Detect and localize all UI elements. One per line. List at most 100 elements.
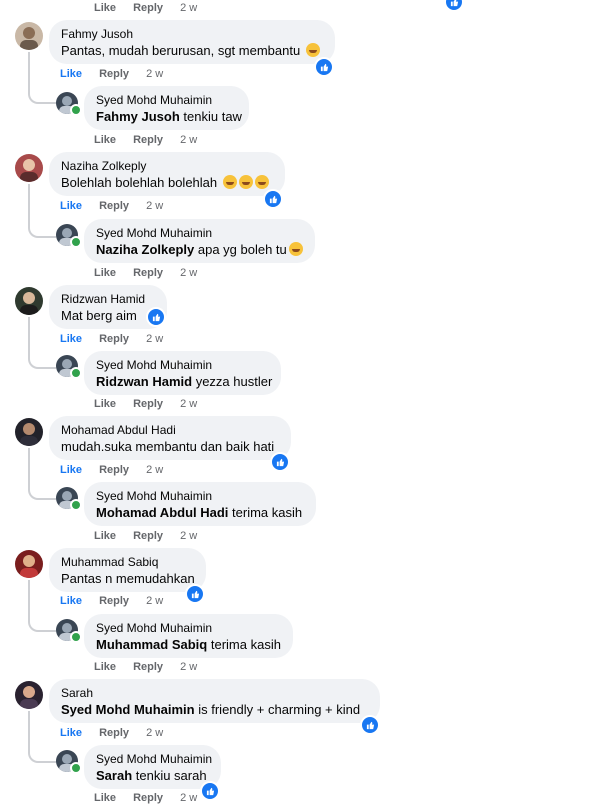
like-reaction-icon[interactable] (270, 452, 290, 472)
like-link[interactable]: Like (60, 68, 82, 80)
reply-link[interactable]: Reply (133, 2, 163, 14)
like-reaction-icon[interactable] (185, 584, 205, 604)
comment-text: Bolehlah bolehlah bolehlah (61, 175, 218, 190)
like-link[interactable]: Like (94, 398, 116, 410)
reply-bubble: Syed Mohd Muhaimin Mohamad Abdul Hadi te… (84, 482, 316, 526)
comment-bubble: Fahmy Jusoh Pantas, mudah berurusan, sgt… (49, 20, 335, 64)
mention-link[interactable]: Syed Mohd Muhaimin (61, 702, 195, 717)
comment-author[interactable]: Muhammad Sabiq (61, 555, 194, 570)
reply-author[interactable]: Syed Mohd Muhaimin (96, 93, 237, 108)
online-status-icon (70, 104, 82, 116)
like-reaction-icon[interactable] (360, 715, 380, 735)
reply-link[interactable]: Reply (99, 595, 129, 607)
thread-connector (28, 184, 56, 238)
timestamp[interactable]: 2 w (146, 595, 163, 607)
reply-link[interactable]: Reply (99, 333, 129, 345)
like-link[interactable]: Like (60, 464, 82, 476)
thread-connector (28, 52, 56, 104)
reply-text: tenkiu sarah (132, 768, 207, 783)
reply-bubble: Syed Mohd Muhaimin Sarah tenkiu sarah (84, 745, 221, 789)
like-link[interactable]: Like (60, 200, 82, 212)
reply-link[interactable]: Reply (99, 464, 129, 476)
avatar[interactable] (15, 287, 43, 315)
mention-link[interactable]: Ridzwan Hamid (96, 374, 192, 389)
reply-link[interactable]: Reply (133, 398, 163, 410)
comment-author[interactable]: Naziha Zolkeply (61, 159, 273, 174)
reply-link[interactable]: Reply (133, 134, 163, 146)
like-link[interactable]: Like (94, 2, 116, 14)
like-link[interactable]: Like (60, 333, 82, 345)
reply-bubble: Syed Mohd Muhaimin Naziha Zolkeply apa y… (84, 219, 315, 263)
reply-link[interactable]: Reply (99, 727, 129, 739)
comment-author[interactable]: Ridzwan Hamid (61, 292, 155, 307)
comment-actions: Like Reply 2 w (60, 595, 177, 607)
timestamp[interactable]: 2 w (146, 68, 163, 80)
timestamp[interactable]: 2 w (180, 530, 197, 542)
timestamp[interactable]: 2 w (146, 727, 163, 739)
like-link[interactable]: Like (94, 267, 116, 279)
reply-link[interactable]: Reply (99, 200, 129, 212)
reply-link[interactable]: Reply (133, 792, 163, 804)
reply-bubble: Syed Mohd Muhaimin Ridzwan Hamid yezza h… (84, 351, 281, 395)
reply-link[interactable]: Reply (133, 530, 163, 542)
reply-author[interactable]: Syed Mohd Muhaimin (96, 752, 212, 767)
reply-author[interactable]: Syed Mohd Muhaimin (96, 489, 304, 504)
comment-actions: Like Reply 2 w (60, 727, 177, 739)
thread-connector (28, 448, 56, 500)
reply-link[interactable]: Reply (99, 68, 129, 80)
comment-bubble: Mohamad Abdul Hadi mudah.suka membantu d… (49, 416, 291, 460)
mention-link[interactable]: Mohamad Abdul Hadi (96, 505, 228, 520)
reply-link[interactable]: Reply (133, 267, 163, 279)
timestamp[interactable]: 2 w (180, 661, 197, 673)
reply-author[interactable]: Syed Mohd Muhaimin (96, 358, 269, 373)
avatar[interactable] (15, 418, 43, 446)
comment-author[interactable]: Fahmy Jusoh (61, 27, 323, 42)
timestamp[interactable]: 2 w (146, 200, 163, 212)
like-reaction-icon[interactable] (146, 307, 166, 327)
comment-author[interactable]: Sarah (61, 686, 368, 701)
rofl-face-icon (288, 242, 303, 256)
like-reaction-icon[interactable] (444, 0, 464, 12)
timestamp[interactable]: 2 w (180, 267, 197, 279)
laughing-face-icon (254, 175, 269, 189)
like-reaction-icon[interactable] (263, 189, 283, 209)
like-link[interactable]: Like (94, 134, 116, 146)
avatar[interactable] (15, 22, 43, 50)
winking-face-icon (305, 43, 320, 57)
online-status-icon (70, 762, 82, 774)
reply-actions: Like Reply 2 w (94, 398, 211, 410)
timestamp[interactable]: 2 w (180, 134, 197, 146)
avatar[interactable] (15, 154, 43, 182)
avatar[interactable] (15, 550, 43, 578)
thread-connector (28, 580, 56, 632)
online-status-icon (70, 367, 82, 379)
mention-link[interactable]: Naziha Zolkeply (96, 242, 194, 257)
reply-author[interactable]: Syed Mohd Muhaimin (96, 226, 303, 241)
like-link[interactable]: Like (60, 727, 82, 739)
timestamp[interactable]: 2 w (146, 464, 163, 476)
reply-link[interactable]: Reply (133, 661, 163, 673)
like-link[interactable]: Like (94, 530, 116, 542)
mention-link[interactable]: Sarah (96, 768, 132, 783)
mention-link[interactable]: Muhammad Sabiq (96, 637, 207, 652)
avatar[interactable] (15, 681, 43, 709)
like-link[interactable]: Like (94, 661, 116, 673)
comment-author[interactable]: Mohamad Abdul Hadi (61, 423, 279, 438)
comment-actions: Like Reply 2 w (60, 68, 177, 80)
comment-text: mudah.suka membantu dan baik hati (61, 439, 275, 454)
reply-actions: Like Reply 2 w (94, 792, 211, 804)
reply-text: yezza hustler (192, 374, 273, 389)
timestamp[interactable]: 2 w (180, 2, 197, 14)
comment-bubble: Sarah Syed Mohd Muhaimin is friendly + c… (49, 679, 380, 723)
like-reaction-icon[interactable] (314, 57, 334, 77)
timestamp[interactable]: 2 w (180, 792, 197, 804)
mention-link[interactable]: Fahmy Jusoh (96, 109, 180, 124)
timestamp[interactable]: 2 w (146, 333, 163, 345)
timestamp[interactable]: 2 w (180, 398, 197, 410)
like-link[interactable]: Like (60, 595, 82, 607)
reply-actions: Like Reply 2 w (94, 530, 211, 542)
like-link[interactable]: Like (94, 792, 116, 804)
online-status-icon (70, 236, 82, 248)
comment-actions: Like Reply 2 w (94, 2, 211, 14)
reply-author[interactable]: Syed Mohd Muhaimin (96, 621, 281, 636)
